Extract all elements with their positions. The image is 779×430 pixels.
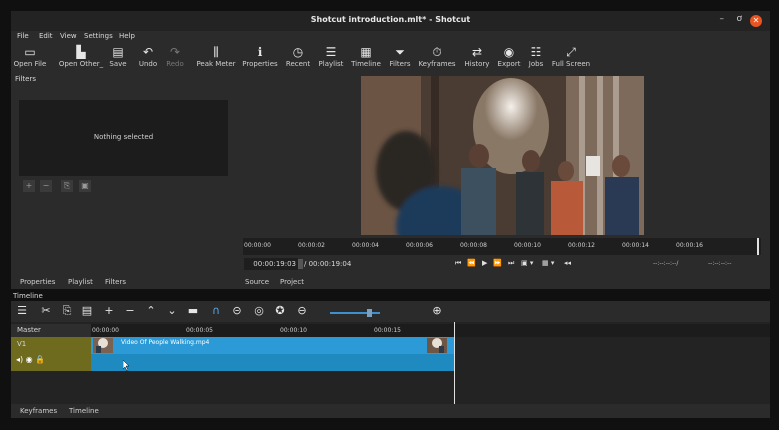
in-point: --:--:--:--/ bbox=[653, 260, 679, 267]
viewer-tick-label: 00:00:00 bbox=[244, 242, 271, 249]
ripple-all-icon[interactable]: ✪ bbox=[272, 304, 288, 317]
open-file-icon: ▭ bbox=[24, 45, 36, 59]
scrub-icon[interactable]: ⊝ bbox=[229, 304, 245, 317]
timecode-field[interactable]: 00:00:19:03 bbox=[244, 258, 298, 270]
master-track-header[interactable]: Master bbox=[11, 324, 91, 337]
viewer-tick-label: 00:00:08 bbox=[460, 242, 487, 249]
timeline-tick-label: 00:00:05 bbox=[186, 327, 213, 334]
redo-button[interactable]: ↷ Redo bbox=[152, 44, 198, 68]
timeline-ruler[interactable]: 00:00:00 00:00:05 00:00:10 00:00:15 bbox=[91, 324, 770, 337]
bottom-dock-tabs: Keyframes Timeline bbox=[11, 404, 770, 418]
minimize-button[interactable]: – bbox=[720, 14, 725, 24]
split-icon[interactable]: ▬ bbox=[185, 304, 201, 317]
timeline-tick-label: 00:00:00 bbox=[92, 327, 119, 334]
peak-meter-button[interactable]: ⫼ Peak Meter bbox=[193, 44, 239, 68]
out-point: --:--:--:-- bbox=[708, 260, 732, 267]
menu-help[interactable]: Help bbox=[119, 32, 135, 40]
menu-settings[interactable]: Settings bbox=[84, 32, 113, 40]
timeline-panel-title: Timeline bbox=[13, 292, 43, 300]
snap-icon[interactable]: ∩ bbox=[208, 304, 224, 317]
filters-list[interactable]: Nothing selected bbox=[19, 100, 228, 176]
fast-forward-icon[interactable]: ⏩ bbox=[493, 259, 502, 267]
zoom-out-icon[interactable]: ⊖ bbox=[294, 304, 310, 317]
v1-track-header[interactable]: V1 ◂) ◉ 🔒 bbox=[11, 337, 91, 371]
viewer-tick-label: 00:00:12 bbox=[568, 242, 595, 249]
ripple-icon[interactable]: ◎ bbox=[251, 304, 267, 317]
timeline-tick-label: 00:00:10 bbox=[280, 327, 307, 334]
clip-thumbnail-start bbox=[93, 338, 113, 353]
clip-name: Video Of People Walking.mp4 bbox=[121, 339, 210, 346]
video-clip[interactable]: Video Of People Walking.mp4 bbox=[91, 337, 454, 371]
viewer-tick-label: 00:00:14 bbox=[622, 242, 649, 249]
cut-icon[interactable]: ✂ bbox=[38, 304, 54, 317]
add-filter-button[interactable]: + bbox=[23, 180, 35, 192]
v1-label: V1 bbox=[17, 340, 27, 348]
paste-filter-button[interactable]: ▣ bbox=[79, 180, 91, 192]
menu-bar: File Edit View Settings Help bbox=[11, 31, 770, 42]
maximize-button[interactable]: ơ bbox=[736, 14, 742, 24]
redo-icon: ↷ bbox=[169, 45, 181, 59]
zoom-in-icon[interactable]: ⊕ bbox=[429, 304, 445, 317]
fullscreen-icon: ⤢ bbox=[566, 45, 576, 59]
timeline-menu-icon[interactable]: ☰ bbox=[14, 304, 30, 317]
menu-edit[interactable]: Edit bbox=[39, 32, 53, 40]
mouse-cursor-icon bbox=[123, 360, 130, 371]
tab-properties[interactable]: Properties bbox=[20, 278, 55, 286]
timecode-spinner[interactable] bbox=[298, 259, 303, 269]
title-bar: Shotcut introduction.mlt* - Shotcut – ơ … bbox=[11, 11, 770, 31]
grid-menu-icon[interactable]: ▦ ▾ bbox=[542, 259, 554, 267]
timeline-playhead[interactable] bbox=[454, 322, 455, 404]
viewer-tick-label: 00:00:04 bbox=[352, 242, 379, 249]
menu-file[interactable]: File bbox=[17, 32, 29, 40]
window-title: Shotcut introduction.mlt* - Shotcut bbox=[310, 15, 471, 24]
menu-view[interactable]: View bbox=[60, 32, 77, 40]
close-button[interactable]: ✕ bbox=[750, 15, 762, 27]
overwrite-icon[interactable]: ⌄ bbox=[164, 304, 180, 317]
track-controls-icons[interactable]: ◂) ◉ 🔒 bbox=[16, 355, 45, 364]
left-dock-tabs: Properties Playlist Filters bbox=[11, 276, 240, 289]
volume-icon[interactable]: ◂◂ bbox=[564, 259, 571, 267]
zoom-slider-handle[interactable] bbox=[367, 309, 372, 317]
tab-project[interactable]: Project bbox=[280, 278, 304, 286]
viewer-tick-label: 00:00:06 bbox=[406, 242, 433, 249]
viewer-tabs: Source Project bbox=[240, 276, 770, 289]
copy-icon[interactable]: ⎘ bbox=[59, 304, 75, 318]
video-preview[interactable] bbox=[361, 76, 644, 235]
total-duration: / 00:00:19:04 bbox=[304, 260, 352, 268]
rewind-icon[interactable]: ⏪ bbox=[467, 259, 476, 267]
viewer-tick-label: 00:00:10 bbox=[514, 242, 541, 249]
skip-previous-icon[interactable]: ⏮ bbox=[455, 259, 461, 268]
skip-next-icon[interactable]: ⏭ bbox=[508, 259, 514, 268]
timeline-toolbar: ☰ ✂ ⎘ ▤ + − ⌃ ⌄ ▬ ∩ ⊝ ◎ ✪ ⊖ ⊕ bbox=[11, 301, 770, 322]
open-file-button[interactable]: ▭ Open File bbox=[7, 44, 53, 68]
ripple-delete-icon[interactable]: − bbox=[122, 304, 138, 317]
main-toolbar: ▭ Open File ▙ Open Other_ ▤ Save ↶ Undo ↷ Red… bbox=[11, 42, 770, 74]
lift-icon[interactable]: ⌃ bbox=[143, 304, 159, 317]
paste-icon[interactable]: ▤ bbox=[79, 304, 95, 317]
zoom-menu-icon[interactable]: ▣ ▾ bbox=[521, 259, 533, 267]
viewer-playhead[interactable] bbox=[757, 238, 759, 255]
timeline-tick-label: 00:00:15 bbox=[374, 327, 401, 334]
tab-keyframes[interactable]: Keyframes bbox=[20, 407, 57, 415]
play-icon[interactable]: ▶ bbox=[482, 259, 487, 267]
append-icon[interactable]: + bbox=[101, 304, 117, 317]
zoom-slider[interactable] bbox=[330, 312, 380, 314]
peak-meter-icon: ⫼ bbox=[213, 45, 219, 59]
empty-message: Nothing selected bbox=[93, 133, 154, 141]
copy-filter-button[interactable]: ⎘ bbox=[61, 180, 73, 192]
viewer-scrubber[interactable]: 00:00:00 00:00:02 00:00:04 00:00:06 00:0… bbox=[243, 238, 761, 255]
full-screen-button[interactable]: ⤢ Full Screen bbox=[548, 44, 594, 68]
tab-filters[interactable]: Filters bbox=[105, 278, 126, 286]
tab-source[interactable]: Source bbox=[245, 278, 269, 286]
filters-panel-title: Filters bbox=[15, 75, 36, 83]
remove-filter-button[interactable]: − bbox=[40, 180, 52, 192]
master-label: Master bbox=[17, 326, 41, 334]
tab-timeline[interactable]: Timeline bbox=[69, 407, 99, 415]
tab-playlist[interactable]: Playlist bbox=[68, 278, 93, 286]
clip-thumbnail-end bbox=[427, 338, 447, 353]
viewer-tick-label: 00:00:02 bbox=[298, 242, 325, 249]
viewer-tick-label: 00:00:16 bbox=[676, 242, 703, 249]
filters-panel: Filters Nothing selected + − ⎘ ▣ bbox=[11, 73, 240, 276]
